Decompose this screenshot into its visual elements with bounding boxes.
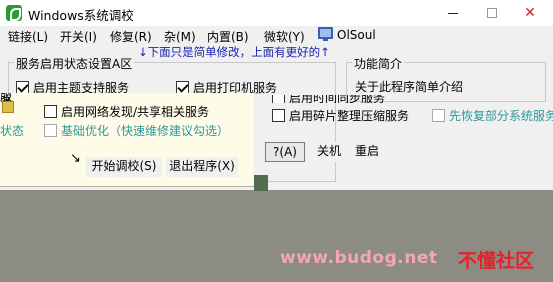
menu-olsoul[interactable]: OlSoul xyxy=(337,28,376,42)
checkbox-empty-icon xyxy=(272,95,285,103)
intro-group-legend: 功能简介 xyxy=(352,55,405,72)
network-discovery-checkbox[interactable]: 启用网络发现/共享相关服务 xyxy=(44,103,209,120)
checkbox-empty-icon xyxy=(432,109,445,122)
help-button[interactable]: ?(A) xyxy=(265,142,305,162)
intro-text: 关于此程序简单介绍 xyxy=(355,80,464,94)
clipped-row: 启用时间同步服务 xyxy=(268,95,553,103)
watermark-url: www.budog.net xyxy=(280,248,438,268)
overlay-grip xyxy=(254,175,268,191)
checkbox-empty-icon xyxy=(44,124,57,137)
window-title: Windows系统调校 xyxy=(28,8,134,23)
basic-optimize-checkbox[interactable]: 基础优化（快速维修建议勾选） xyxy=(44,122,229,139)
menu-repair[interactable]: 修复(R) xyxy=(110,28,152,45)
menu-microsoft[interactable]: 微软(Y) xyxy=(264,28,305,45)
overlay-panel: 服务 启用网络发现/共享相关服务 状态 基础优化（快速维修建议勾选） ↘ 开始调… xyxy=(0,93,254,186)
menu-misc[interactable]: 杂(M) xyxy=(164,28,196,45)
checkbox-empty-icon xyxy=(44,105,57,118)
app-leaf-icon xyxy=(6,5,22,21)
services-group-legend: 服务启用状态设置A区 xyxy=(14,55,135,72)
menu-switch[interactable]: 开关(I) xyxy=(60,28,97,45)
time-sync-label: 启用时间同步服务 xyxy=(289,95,386,103)
network-discovery-label: 启用网络发现/共享相关服务 xyxy=(61,105,210,119)
restore-first-checkbox[interactable]: 先恢复部分系统服务 xyxy=(432,107,553,124)
menu-bar: 链接(L) 开关(I) 修复(R) 杂(M) 内置(B) 微软(Y) OlSou… xyxy=(0,26,553,46)
menu-links[interactable]: 链接(L) xyxy=(8,28,48,45)
close-button[interactable]: ✕ xyxy=(510,0,550,26)
folder-icon xyxy=(2,101,14,113)
menu-builtin[interactable]: 内置(B) xyxy=(207,28,249,45)
maximize-icon xyxy=(487,8,497,18)
minimize-button[interactable] xyxy=(433,0,473,26)
defrag-checkbox[interactable]: 启用碎片整理压缩服务 xyxy=(272,107,409,124)
cursor-arrow-icon: ↘ xyxy=(70,151,81,166)
defrag-label: 启用碎片整理压缩服务 xyxy=(289,109,410,123)
minimize-icon xyxy=(448,13,458,14)
start-tune-button[interactable]: 开始调校(S) xyxy=(86,157,162,177)
exit-button[interactable]: 退出程序(X) xyxy=(166,157,238,177)
time-sync-checkbox[interactable]: 启用时间同步服务 xyxy=(272,95,385,103)
shutdown-button[interactable]: 关机 xyxy=(312,142,346,162)
maximize-button[interactable] xyxy=(472,0,512,26)
restore-first-label: 先恢复部分系统服务 xyxy=(449,109,553,123)
checkbox-empty-icon xyxy=(272,109,285,122)
watermark-name: 不懂社区 xyxy=(458,250,535,272)
basic-optimize-label: 基础优化（快速维修建议勾选） xyxy=(61,124,230,138)
monitor-icon xyxy=(318,27,333,41)
status-fragment: 状态 xyxy=(0,124,25,138)
restart-button[interactable]: 重启 xyxy=(350,142,384,162)
title-bar[interactable]: Windows系统调校 ✕ xyxy=(0,0,553,26)
